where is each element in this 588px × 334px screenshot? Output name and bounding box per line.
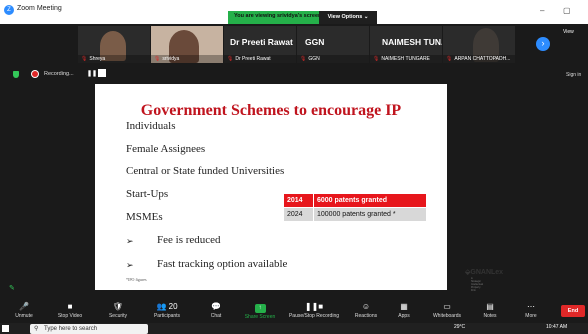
participant-name: 🎙 srividya — [151, 55, 223, 63]
view-button[interactable]: View — [563, 29, 574, 35]
pause-stop-recording-button[interactable]: ❚❚■ Pause/Stop Recording — [284, 298, 344, 323]
end-meeting-button[interactable]: End — [561, 305, 585, 317]
participant-bigname: Dr Preeti Rawat — [230, 37, 293, 47]
slide-bullet: Female Assignees — [126, 143, 206, 155]
slide-title: Government Schemes to encourage IP — [140, 102, 402, 119]
security-shield-icon — [13, 71, 19, 78]
taskbar-search-input[interactable]: ⚲ Type here to search — [30, 324, 148, 334]
slide-bullet: Start-Ups — [126, 188, 169, 200]
sign-in-link[interactable]: Sign in — [566, 72, 581, 78]
participant-name: 🎙 GGN — [297, 55, 369, 63]
participant-tile-srividya[interactable]: 🎙 srividya — [151, 26, 223, 63]
participant-tile-ggn[interactable]: GGN 🎙 GGN — [297, 26, 369, 63]
whiteboard-icon: ▭ — [443, 302, 451, 311]
video-camera-icon: ■ — [67, 302, 73, 311]
participant-strip: 🎙 Shreya 🎙 srividya Dr Preeti Rawat 🎙 Dr Pr… — [0, 24, 588, 64]
next-page-icon[interactable]: › — [536, 37, 550, 51]
search-placeholder: Type here to search — [44, 326, 98, 332]
stop-recording-icon[interactable] — [98, 69, 106, 77]
zoom-logo-icon: Z — [4, 5, 14, 15]
window-titlebar: Z Zoom Meeting You are viewing srividya'… — [0, 0, 588, 24]
participant-name: 🎙 ARPAN CHATTOPADH... — [443, 55, 515, 63]
chat-button[interactable]: 💬 Chat — [192, 298, 240, 323]
participant-tile-preeti[interactable]: Dr Preeti Rawat 🎙 Dr Preeti Rawat — [224, 26, 296, 63]
maximize-icon[interactable]: ▢ — [563, 6, 571, 15]
table-cell-text: 6000 patents granted — [313, 193, 427, 208]
slide-sub-bullet: Fee is reduced — [157, 234, 221, 246]
patents-table: 2014 6000 patents granted 2024 100000 pa… — [283, 193, 427, 222]
participant-tile-naimesh[interactable]: NAIMESH TUN... 🎙 NAIMESH TUNGARE — [370, 26, 442, 63]
share-banner-text: You are viewing srividya's screen — [234, 13, 322, 19]
participant-name: 🎙 Shreya — [78, 55, 150, 63]
apps-button[interactable]: ▦ Apps — [380, 298, 428, 323]
table-cell-year: 2014 — [283, 193, 314, 208]
minimize-icon[interactable]: – — [540, 6, 544, 15]
windows-start-icon[interactable] — [2, 325, 9, 332]
more-button[interactable]: ⋯ More — [507, 298, 555, 323]
window-title: Zoom Meeting — [17, 5, 62, 12]
microphone-icon: 🎤 — [19, 302, 29, 311]
whiteboards-button[interactable]: ▭ Whiteboards — [423, 298, 471, 323]
recording-controls-icon: ❚❚■ — [304, 302, 324, 311]
share-screen-icon: ↑ — [254, 304, 266, 313]
slide-bullet: Individuals — [126, 120, 176, 132]
participant-bigname: GGN — [305, 37, 325, 47]
view-options-button[interactable]: View Options ⌄ — [319, 11, 377, 24]
participant-tile-shreya[interactable]: 🎙 Shreya — [78, 26, 150, 63]
unmute-button[interactable]: 🎤 Unmute — [0, 298, 48, 323]
table-row: 2024 100000 patents granted * — [283, 207, 427, 222]
table-cell-text: 100000 patents granted * — [313, 207, 427, 222]
pause-recording-icon[interactable]: ❚❚ — [87, 70, 97, 77]
slide-footnote: *IPO figures — [126, 277, 147, 282]
annotate-pencil-icon[interactable]: ✎ — [9, 284, 15, 292]
participant-bigname: NAIMESH TUN... — [382, 37, 442, 47]
recording-label: Recording... — [44, 71, 74, 77]
participant-name: 🎙 Dr Preeti Rawat — [224, 55, 296, 63]
slide-bullet: MSMEs — [126, 211, 163, 223]
gnanlex-logo-tagline: A Strategic Intellectual Property Firm — [471, 277, 483, 292]
slide-bullet: Central or State funded Universities — [126, 165, 285, 177]
shared-screen-slide: Government Schemes to encourage IP Indiv… — [95, 84, 503, 292]
security-button[interactable]: 🛡 Security — [94, 298, 142, 323]
table-row: 2014 6000 patents granted — [283, 193, 427, 208]
recording-dot-icon — [32, 71, 38, 77]
participant-tile-arpan[interactable]: 🎙 ARPAN CHATTOPADH... — [443, 26, 515, 63]
table-cell-year: 2024 — [283, 207, 314, 222]
share-screen-button[interactable]: ↑ Share Screen — [236, 298, 284, 323]
apps-icon: ▦ — [400, 302, 408, 311]
clock-time[interactable]: 10:47 AM — [546, 324, 567, 330]
participant-name: 🎙 NAIMESH TUNGARE — [370, 55, 442, 63]
participants-icon: 👥 20 — [156, 302, 178, 311]
shield-icon: 🛡 — [112, 302, 124, 311]
weather-temp[interactable]: 29°C — [454, 324, 465, 330]
gnanlex-logo: ⬙GNANLex — [465, 269, 504, 276]
meeting-toolbar: 🎤 Unmute ■ Stop Video 🛡 Security 👥 20 Partic… — [0, 298, 588, 323]
more-icon: ⋯ — [527, 302, 535, 311]
chat-icon: 💬 — [211, 302, 221, 311]
arrow-bullet-icon: ➢ — [126, 260, 134, 270]
stop-video-button[interactable]: ■ Stop Video — [46, 298, 94, 323]
arrow-bullet-icon: ➢ — [126, 236, 134, 246]
search-icon: ⚲ — [34, 326, 39, 332]
participants-button[interactable]: 👥 20 Participants — [143, 298, 191, 323]
slide-sub-bullet: Fast tracking option available — [157, 258, 288, 270]
